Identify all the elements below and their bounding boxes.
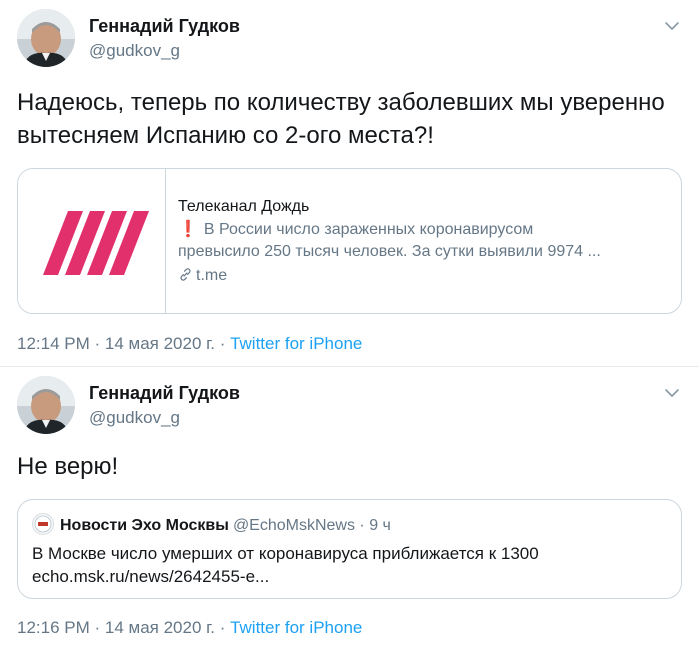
tweet-source-link[interactable]: Twitter for iPhone	[230, 334, 362, 353]
avatar[interactable]	[17, 9, 75, 67]
exclamation-icon: ❗	[178, 221, 198, 238]
tweet-source-link[interactable]: Twitter for iPhone	[230, 618, 362, 637]
chevron-down-icon[interactable]	[663, 17, 681, 35]
tweet[interactable]: Геннадий Гудков @gudkov_g Надеюсь, тепер…	[0, 0, 699, 366]
chevron-down-icon[interactable]	[663, 384, 681, 402]
quoted-author-handle: @EchoMskNews · 9 ч	[232, 517, 391, 534]
avatar[interactable]	[17, 376, 75, 434]
tweet[interactable]: Геннадий Гудков @gudkov_g Не верю! Новос…	[0, 366, 699, 649]
card-domain: t.me	[178, 265, 673, 287]
author-name[interactable]: Геннадий Гудков	[89, 383, 240, 404]
quoted-tweet-text: В Москве число умерших от коронавируса п…	[32, 544, 539, 586]
avatar-photo	[17, 376, 75, 434]
echo-logo-icon	[34, 515, 52, 533]
tweet-timestamp[interactable]: 12:14 PM · 14 мая 2020 г. · Twitter for …	[17, 334, 362, 354]
card-title: Телеканал Дождь	[178, 198, 310, 215]
link-preview-card[interactable]: Телеканал Дождь ❗ В России число зараженн…	[17, 168, 682, 314]
avatar-photo	[17, 9, 75, 67]
tweet-text: Надеюсь, теперь по количеству заболевших…	[17, 89, 665, 149]
card-description: ❗ В России число зараженных коронавирусом…	[178, 221, 601, 260]
tweet-timestamp[interactable]: 12:16 PM · 14 мая 2020 г. · Twitter for …	[17, 618, 362, 638]
quoted-avatar	[32, 513, 54, 535]
card-thumbnail	[18, 169, 166, 313]
tweet-text: Не верю!	[17, 453, 119, 480]
link-icon	[180, 268, 191, 281]
quoted-tweet-card[interactable]: Новости Эхо Москвы @EchoMskNews · 9 ч В М…	[17, 499, 682, 599]
author-handle[interactable]: @gudkov_g	[89, 408, 180, 428]
author-handle[interactable]: @gudkov_g	[89, 41, 180, 61]
quoted-author-name: Новости Эхо Москвы	[60, 517, 229, 534]
dozhd-logo	[43, 211, 149, 275]
author-name[interactable]: Геннадий Гудков	[89, 16, 240, 37]
